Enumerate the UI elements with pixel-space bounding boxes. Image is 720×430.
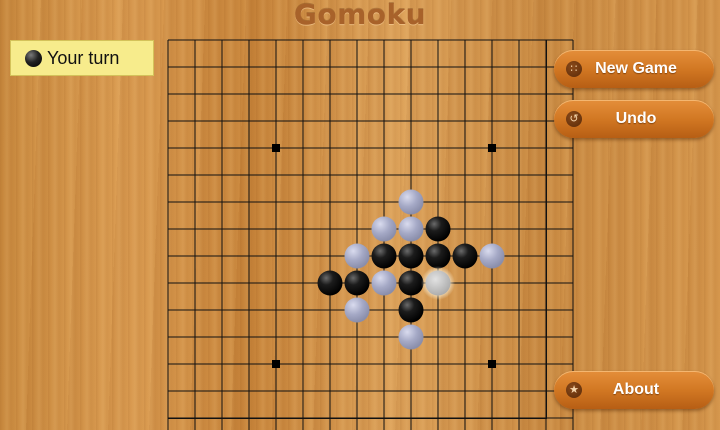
white-stone (344, 297, 370, 323)
board-grid[interactable] (167, 39, 574, 430)
black-stone (371, 243, 397, 269)
about-button[interactable]: ★ About (554, 371, 714, 409)
undo-label: Undo (615, 110, 657, 127)
undo-arrow-icon: ↺ (566, 111, 582, 127)
undo-button[interactable]: ↺ Undo (554, 100, 714, 138)
black-stone (398, 270, 424, 296)
star-point (272, 360, 280, 368)
turn-status-label: Your turn (47, 47, 120, 68)
white-stone (398, 189, 424, 215)
black-stone (425, 243, 451, 269)
game-board[interactable] (167, 39, 574, 430)
about-label: About (612, 381, 660, 398)
black-stone-icon (25, 49, 42, 67)
white-stone (425, 270, 451, 296)
new-game-label: New Game (595, 60, 677, 77)
black-stone (317, 270, 343, 296)
black-stone (398, 243, 424, 269)
black-stone (398, 297, 424, 323)
black-stone (452, 243, 478, 269)
turn-status: Your turn (10, 40, 154, 76)
white-stone (398, 216, 424, 242)
app-title: Gomoku (293, 0, 427, 31)
new-game-button[interactable]: ∷ New Game (554, 50, 714, 88)
white-stone (479, 243, 505, 269)
black-stone (425, 216, 451, 242)
black-stone (344, 270, 370, 296)
star-point (272, 144, 280, 152)
white-stone (371, 216, 397, 242)
star-icon: ★ (566, 382, 582, 398)
white-stone (344, 243, 370, 269)
white-stone (371, 270, 397, 296)
star-point (488, 360, 496, 368)
white-stone (398, 324, 424, 350)
star-point (488, 144, 496, 152)
grid-icon: ∷ (566, 61, 582, 77)
